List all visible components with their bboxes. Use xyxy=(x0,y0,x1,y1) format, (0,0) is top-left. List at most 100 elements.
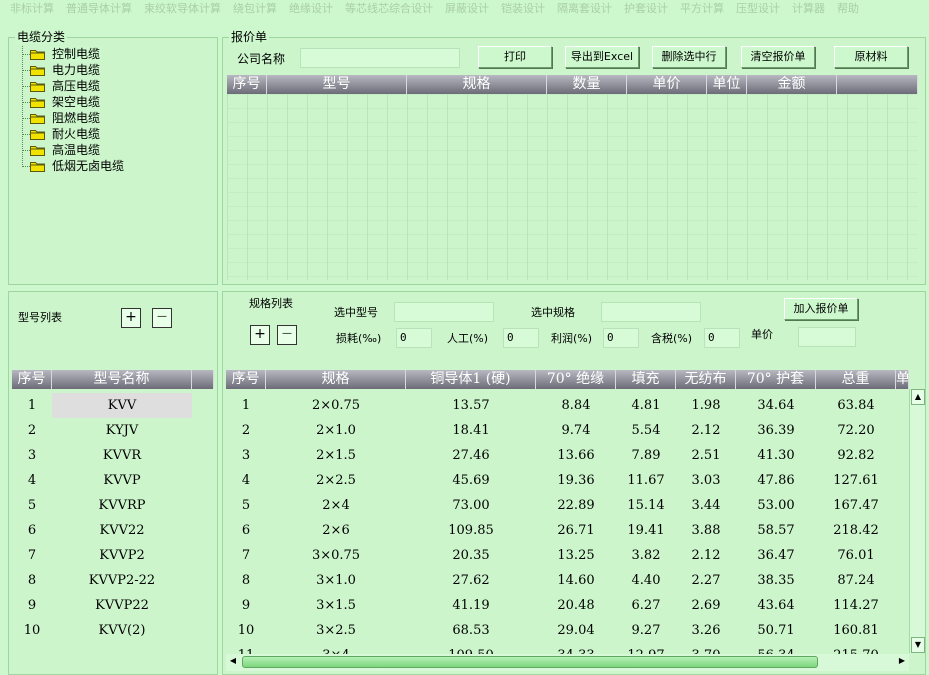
menu-item[interactable]: 屏蔽设计 xyxy=(439,0,495,18)
table-row[interactable]: 5 2×4 73.00 22.89 15.14 3.44 53.00 167.47 xyxy=(226,493,909,518)
tree-item[interactable]: 低烟无卤电缆 xyxy=(12,158,208,174)
menu-item[interactable]: 计算器 xyxy=(786,0,831,18)
menu-item[interactable]: 帮助 xyxy=(831,0,865,18)
menu-item[interactable]: 普通导体计算 xyxy=(60,0,138,18)
spec-cell: 19.36 xyxy=(557,473,595,488)
tree-item[interactable]: 架空电缆 xyxy=(12,94,208,110)
quote-table-body[interactable] xyxy=(227,94,918,280)
quote-column-header[interactable]: 单价 xyxy=(627,75,707,94)
spec-cell: 109.50 xyxy=(406,643,536,654)
table-row[interactable]: 10 3×2.5 68.53 29.04 9.27 3.26 50.71 160.81 xyxy=(226,618,909,643)
model-column-header[interactable]: 型号名称 xyxy=(52,370,192,389)
menu-item[interactable]: 等芯线芯综合设计 xyxy=(339,0,439,18)
quote-column-header[interactable] xyxy=(837,75,918,94)
quote-column-header[interactable]: 数量 xyxy=(547,75,627,94)
add-to-quote-button[interactable]: 加入报价单 xyxy=(784,298,858,320)
model-column-header[interactable]: 序号 xyxy=(12,370,52,389)
table-row[interactable]: 2 KYJV xyxy=(12,418,214,443)
labor-input[interactable]: 0 xyxy=(503,328,539,348)
table-row[interactable]: 3 KVVR xyxy=(12,443,214,468)
spec-column-header[interactable]: 填充 xyxy=(616,370,676,389)
table-row[interactable]: 4 2×2.5 45.69 19.36 11.67 3.03 47.86 127.61 xyxy=(226,468,909,493)
spec-table-body[interactable]: 1 2×0.75 13.57 8.84 4.81 1.98 34.64 63.84 2 2×1.0… xyxy=(226,393,909,654)
spec-column-header[interactable]: 70° 护套 xyxy=(736,370,816,389)
tree-item[interactable]: 高压电缆 xyxy=(12,78,208,94)
table-row[interactable]: 10 KVV(2) xyxy=(12,618,214,643)
table-row[interactable]: 3 2×1.5 27.46 13.66 7.89 2.51 41.30 92.82 xyxy=(226,443,909,468)
arrow-down-icon[interactable]: ▼ xyxy=(911,637,925,653)
table-row[interactable]: 9 KVVP22 xyxy=(12,593,214,618)
remove-spec-button[interactable]: — xyxy=(277,325,297,345)
quote-column-header[interactable]: 型号 xyxy=(267,75,407,94)
table-row[interactable]: 5 KVVRP xyxy=(12,493,214,518)
export-excel-button[interactable]: 导出到Excel xyxy=(565,46,639,68)
menu-item[interactable]: 护套设计 xyxy=(618,0,674,18)
tree-item[interactable]: 电力电缆 xyxy=(12,62,208,78)
menu-item[interactable]: 束绞软导体计算 xyxy=(138,0,227,18)
model-name-cell: KVVP xyxy=(103,473,141,488)
spec-column-header[interactable]: 70° 绝缘 xyxy=(536,370,616,389)
spec-column-header[interactable]: 单 xyxy=(896,370,909,389)
spec-table-vscroll[interactable]: ▲ ▼ xyxy=(909,389,925,653)
table-row[interactable]: 6 KVV22 xyxy=(12,518,214,543)
spec-cell: 10 xyxy=(237,623,255,638)
tree-item[interactable]: 控制电缆 xyxy=(12,46,208,62)
table-row[interactable]: 7 KVVP2 xyxy=(12,543,214,568)
add-model-button[interactable]: + xyxy=(121,308,141,328)
menu-item[interactable]: 压型设计 xyxy=(730,0,786,18)
menu-item[interactable]: 非标计算 xyxy=(4,0,60,18)
remove-model-button[interactable]: — xyxy=(152,308,172,328)
table-row[interactable]: 6 2×6 109.85 26.71 19.41 3.88 58.57 218.42 xyxy=(226,518,909,543)
table-row[interactable]: 7 3×0.75 20.35 13.25 3.82 2.12 36.47 76.01 xyxy=(226,543,909,568)
selected-model-input[interactable] xyxy=(394,302,494,322)
table-row[interactable]: 4 KVVP xyxy=(12,468,214,493)
table-row[interactable]: 9 3×1.5 41.19 20.48 6.27 2.69 43.64 114.27 xyxy=(226,593,909,618)
hscroll-thumb[interactable] xyxy=(242,656,818,668)
tax-input[interactable]: 0 xyxy=(704,328,740,348)
profit-input[interactable]: 0 xyxy=(603,328,639,348)
table-row[interactable]: 113×4109.5034.3312.973.7056.34215.70 xyxy=(226,643,909,654)
menu-item[interactable]: 绕包计算 xyxy=(227,0,283,18)
quote-column-header[interactable]: 规格 xyxy=(407,75,547,94)
print-button[interactable]: 打印 xyxy=(478,46,552,68)
spec-column-header[interactable]: 规格 xyxy=(266,370,406,389)
tree-item[interactable]: 高温电缆 xyxy=(12,142,208,158)
spec-column-header[interactable]: 铜导体1 (硬) xyxy=(406,370,536,389)
spec-column-header[interactable]: 序号 xyxy=(226,370,266,389)
add-spec-button[interactable]: + xyxy=(250,325,270,345)
table-row[interactable]: 8 KVVP2-22 xyxy=(12,568,214,593)
menu-item[interactable]: 铠装设计 xyxy=(495,0,551,18)
menu-item[interactable]: 隔离套设计 xyxy=(551,0,618,18)
model-column-header[interactable] xyxy=(192,370,214,389)
table-row[interactable]: 2 2×1.0 18.41 9.74 5.54 2.12 36.39 72.20 xyxy=(226,418,909,443)
unit-price-input[interactable] xyxy=(798,327,856,347)
spec-column-header[interactable]: 无纺布 xyxy=(676,370,736,389)
menu-item[interactable]: 绝缘设计 xyxy=(283,0,339,18)
tree-item-label: 阻燃电缆 xyxy=(52,111,101,125)
raw-material-button[interactable]: 原材料 xyxy=(834,46,908,68)
spec-cell: 13.66 xyxy=(557,448,595,463)
loss-input[interactable]: 0 xyxy=(396,328,432,348)
arrow-left-icon[interactable]: ◀ xyxy=(226,654,240,671)
selected-spec-input[interactable] xyxy=(601,302,701,322)
unit-price-label: 单价 xyxy=(751,328,773,341)
arrow-up-icon[interactable]: ▲ xyxy=(911,389,925,405)
delete-selected-row-button[interactable]: 删除选中行 xyxy=(652,46,726,68)
arrow-right-icon[interactable]: ▶ xyxy=(895,654,909,671)
spec-cell: 9.74 xyxy=(561,423,591,438)
menu-bar: 非标计算 普通导体计算 束绞软导体计算 绕包计算 绝缘设计 等芯线芯综合设计 屏蔽设计 铠装设… xyxy=(0,0,929,18)
tree-item[interactable]: 阻燃电缆 xyxy=(12,110,208,126)
clear-quote-button[interactable]: 清空报价单 xyxy=(741,46,815,68)
menu-item[interactable]: 平方计算 xyxy=(674,0,730,18)
quote-column-header[interactable]: 金额 xyxy=(747,75,837,94)
table-row[interactable]: 8 3×1.0 27.62 14.60 4.40 2.27 38.35 87.24 xyxy=(226,568,909,593)
model-table-body[interactable]: 1 KVV 2 KYJV 3 KVVR 4 KVVP 5 KVVRP 6 KVV22 7 KVVP2 8 KV… xyxy=(12,393,214,643)
tree-item[interactable]: 耐火电缆 xyxy=(12,126,208,142)
spec-table-hscroll[interactable]: ◀ ▶ xyxy=(226,654,909,671)
quote-column-header[interactable]: 序号 xyxy=(227,75,267,94)
company-name-input[interactable] xyxy=(300,48,460,68)
table-row[interactable]: 1 2×0.75 13.57 8.84 4.81 1.98 34.64 63.84 xyxy=(226,393,909,418)
table-row[interactable]: 1 KVV xyxy=(12,393,214,418)
quote-column-header[interactable]: 单位 xyxy=(707,75,747,94)
spec-column-header[interactable]: 总重 xyxy=(816,370,896,389)
